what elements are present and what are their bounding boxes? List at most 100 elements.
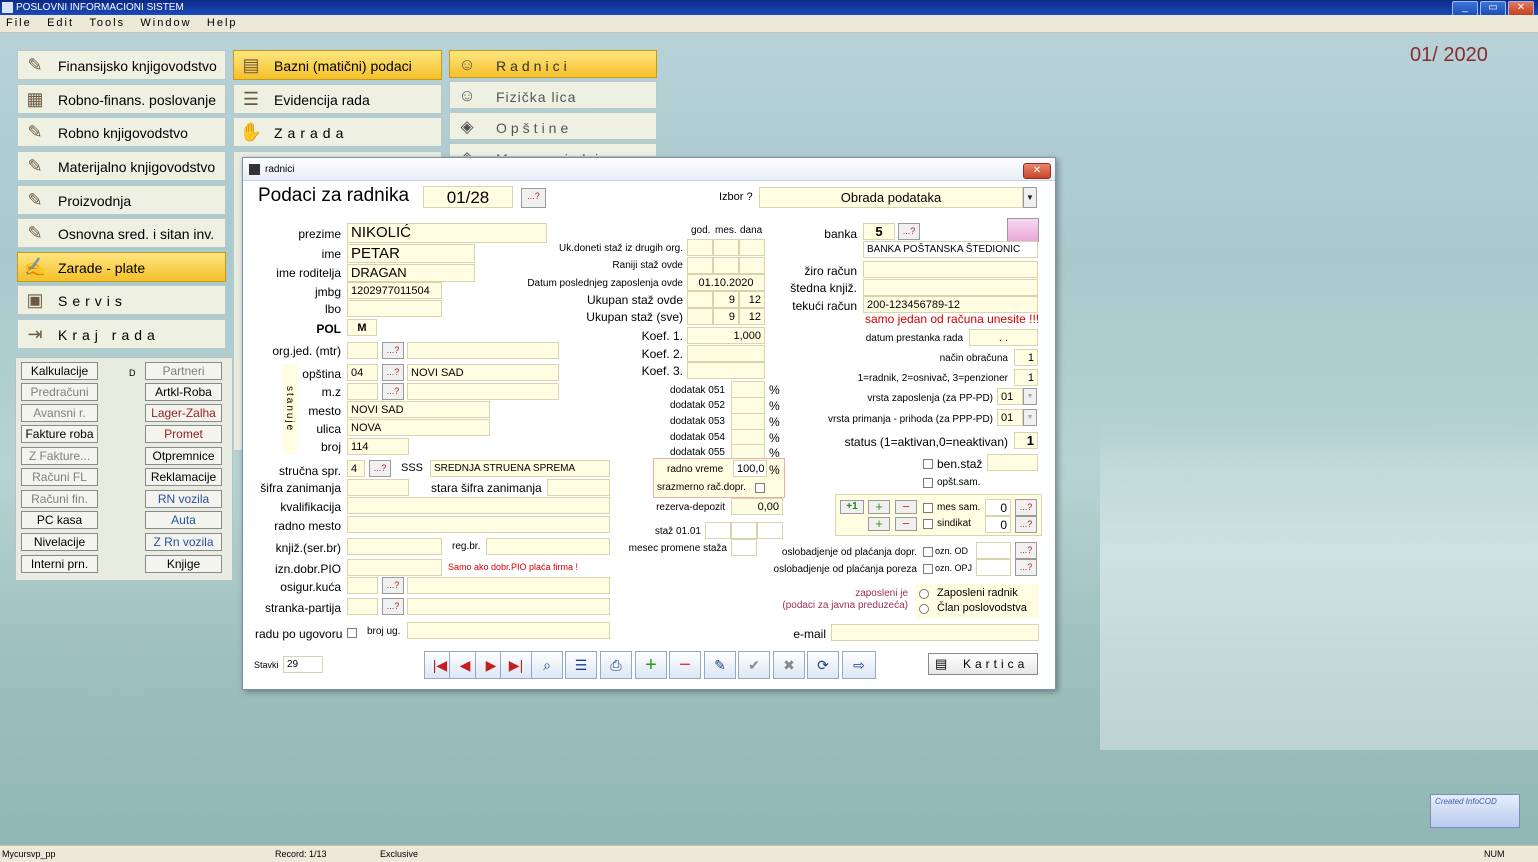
koef1-field[interactable]: 1,000 xyxy=(687,327,765,344)
menu-tools[interactable]: Tools xyxy=(83,15,131,32)
shortcut-z-rn-vozila[interactable]: Z Rn vozila xyxy=(145,533,222,551)
shortcut-lager[interactable]: Lager-Zalha xyxy=(145,404,222,422)
module-kraj-rada[interactable]: ⇥ Kraj rada xyxy=(17,319,226,349)
oslob-por-checkbox[interactable] xyxy=(923,564,933,574)
shortcut-z-fakture[interactable]: Z Fakture... xyxy=(21,447,98,465)
ime-roditelja-field[interactable]: DRAGAN xyxy=(347,264,475,282)
ozn-opj-lookup-button[interactable]: ...? xyxy=(1015,559,1037,576)
ozn-opj-field[interactable] xyxy=(976,559,1011,576)
dialog-close-button[interactable]: ✕ xyxy=(1023,163,1051,179)
kvalifikacija-field[interactable] xyxy=(347,497,610,514)
staz-0101-field-c[interactable] xyxy=(757,522,783,539)
lbo-field[interactable] xyxy=(347,300,442,317)
strucna-sprema-code-field[interactable]: 4 xyxy=(347,460,365,477)
print-icon[interactable]: ⎙ xyxy=(600,651,632,679)
module-robno-finans[interactable]: ▦ Robno-finans. poslovanje xyxy=(17,84,226,114)
stranka-lookup-button[interactable]: ...? xyxy=(382,598,404,615)
radno-vreme-field[interactable]: 100,0 xyxy=(733,460,767,477)
clan-poslovodstva-radio[interactable] xyxy=(919,604,929,614)
ukupan-ovde-dana-field[interactable]: 12 xyxy=(739,291,765,308)
shortcut-fakture-roba[interactable]: Fakture roba xyxy=(21,425,98,443)
ben-staz-checkbox[interactable] xyxy=(923,459,933,469)
module-servis[interactable]: ▣ Servis xyxy=(17,285,226,315)
stranka-name-field[interactable] xyxy=(407,598,610,615)
staz-0101-field-a[interactable] xyxy=(705,522,731,539)
shortcut-artikli[interactable]: Artkl-Roba xyxy=(145,383,222,401)
shortcut-otpremnice[interactable]: Otpremnice xyxy=(145,447,222,465)
shortcut-pc-kasa[interactable]: PC kasa xyxy=(21,511,98,529)
ugovor-checkbox[interactable] xyxy=(347,628,357,638)
vrsta-zaposlenja-dropdown-icon[interactable]: ▼ xyxy=(1023,388,1037,405)
ozn-od-field[interactable] xyxy=(976,542,1011,559)
mz-lookup-button[interactable]: ...? xyxy=(382,383,404,400)
messam-field[interactable]: 0 xyxy=(985,499,1011,516)
uk-doneti-mes-field[interactable] xyxy=(713,239,739,256)
shortcut-racuni-fin[interactable]: Računi fin. xyxy=(21,490,98,508)
sindikat-field[interactable]: 0 xyxy=(985,516,1011,533)
sindikat-checkbox[interactable] xyxy=(923,519,933,529)
edit-icon[interactable]: ✎ xyxy=(704,651,736,679)
menu-edit[interactable]: Edit xyxy=(41,15,80,32)
raniji-dana-field[interactable] xyxy=(739,257,765,274)
banka-lookup-button[interactable]: ...? xyxy=(898,223,920,240)
banka-code-field[interactable]: 5 xyxy=(863,223,895,240)
strucna-sprema-lookup-button[interactable]: ...? xyxy=(369,460,391,477)
menu-window[interactable]: Window xyxy=(134,15,197,32)
sindikat-lookup-button[interactable]: ...? xyxy=(1015,516,1037,533)
option-opstine[interactable]: ◈ Opštine xyxy=(449,112,657,140)
exit-dialog-icon[interactable]: ⇨ xyxy=(842,651,876,679)
mz-name-field[interactable] xyxy=(407,383,559,400)
dodatak-051-field[interactable] xyxy=(731,381,765,398)
osiguravajuca-kuca-code-field[interactable] xyxy=(347,577,378,594)
record-lookup-button[interactable]: ...? xyxy=(521,188,546,208)
broj-ugovora-field[interactable] xyxy=(407,622,610,639)
org-jed-code-field[interactable] xyxy=(347,342,378,359)
jmbg-field[interactable]: 1202977011504 xyxy=(347,282,442,299)
ulica-field[interactable]: NOVA xyxy=(347,419,490,436)
menu-file[interactable]: File xyxy=(0,15,38,32)
radno-mesto-field[interactable] xyxy=(347,516,610,533)
ime-field[interactable]: PETAR xyxy=(347,244,475,263)
plus-one-button[interactable]: +1 xyxy=(840,500,864,514)
shortcut-auta[interactable]: Auta xyxy=(145,511,222,529)
confirm-icon[interactable]: ✔ xyxy=(738,651,770,679)
sifra-zanimanja-field[interactable] xyxy=(347,479,409,496)
messam-lookup-button[interactable]: ...? xyxy=(1015,499,1037,516)
add-icon[interactable]: + xyxy=(635,651,667,679)
shortcut-avansni[interactable]: Avansni r. xyxy=(21,404,98,422)
osiguravajuca-kuca-name-field[interactable] xyxy=(407,577,610,594)
banka-list-icon[interactable] xyxy=(1007,218,1039,242)
knjizica-field[interactable] xyxy=(347,538,442,555)
search-icon[interactable]: ⌕ xyxy=(531,651,563,679)
vrsta-zaposlenja-field[interactable]: 01 xyxy=(997,388,1023,405)
dodatak-053-field[interactable] xyxy=(731,413,765,430)
strucna-sprema-name-field[interactable]: SREDNJA STRUENA SPREMA xyxy=(430,460,610,477)
ben-staz-field[interactable] xyxy=(987,454,1038,471)
zaposleni-radnik-radio[interactable] xyxy=(919,589,929,599)
maximize-button[interactable]: ▭ xyxy=(1480,1,1506,16)
raniji-god-field[interactable] xyxy=(687,257,713,274)
ukupan-sve-mes-field[interactable]: 9 xyxy=(713,308,739,325)
opstina-code-field[interactable]: 04 xyxy=(347,364,378,381)
submodule-bazni[interactable]: ▤ Bazni (matični) podaci xyxy=(233,50,442,80)
refresh-icon[interactable]: ⟳ xyxy=(807,651,839,679)
module-osnovna-sred[interactable]: ✎ Osnovna sred. i sitan inv. xyxy=(17,218,226,248)
menu-help[interactable]: Help xyxy=(201,15,244,32)
opstina-name-field[interactable]: NOVI SAD xyxy=(407,364,559,381)
pol-field[interactable]: M xyxy=(347,319,377,336)
oslob-dopr-checkbox[interactable] xyxy=(923,547,933,557)
tekuci-racun-field[interactable]: 200-123456789-12 xyxy=(863,296,1038,313)
ukupan-ovde-god-field[interactable] xyxy=(687,291,713,308)
shortcut-interni[interactable]: Interni prn. xyxy=(21,555,98,573)
staz-0101-field-b[interactable] xyxy=(731,522,757,539)
list-view-icon[interactable]: ☰ xyxy=(565,651,597,679)
stara-sifra-field[interactable] xyxy=(547,479,610,496)
module-materijalno[interactable]: ✎ Materijalno knjigovodstvo xyxy=(17,151,226,181)
mz-code-field[interactable] xyxy=(347,383,378,400)
osiguravajuca-kuca-lookup-button[interactable]: ...? xyxy=(382,577,404,594)
reg-br-field[interactable] xyxy=(486,538,610,555)
shortcut-racuni-fl[interactable]: Računi FL xyxy=(21,468,98,486)
option-radnici[interactable]: ☺ Radnici xyxy=(449,50,657,78)
delete-icon[interactable]: − xyxy=(669,651,701,679)
submodule-evidencija[interactable]: ☰ Evidencija rada xyxy=(233,84,442,114)
